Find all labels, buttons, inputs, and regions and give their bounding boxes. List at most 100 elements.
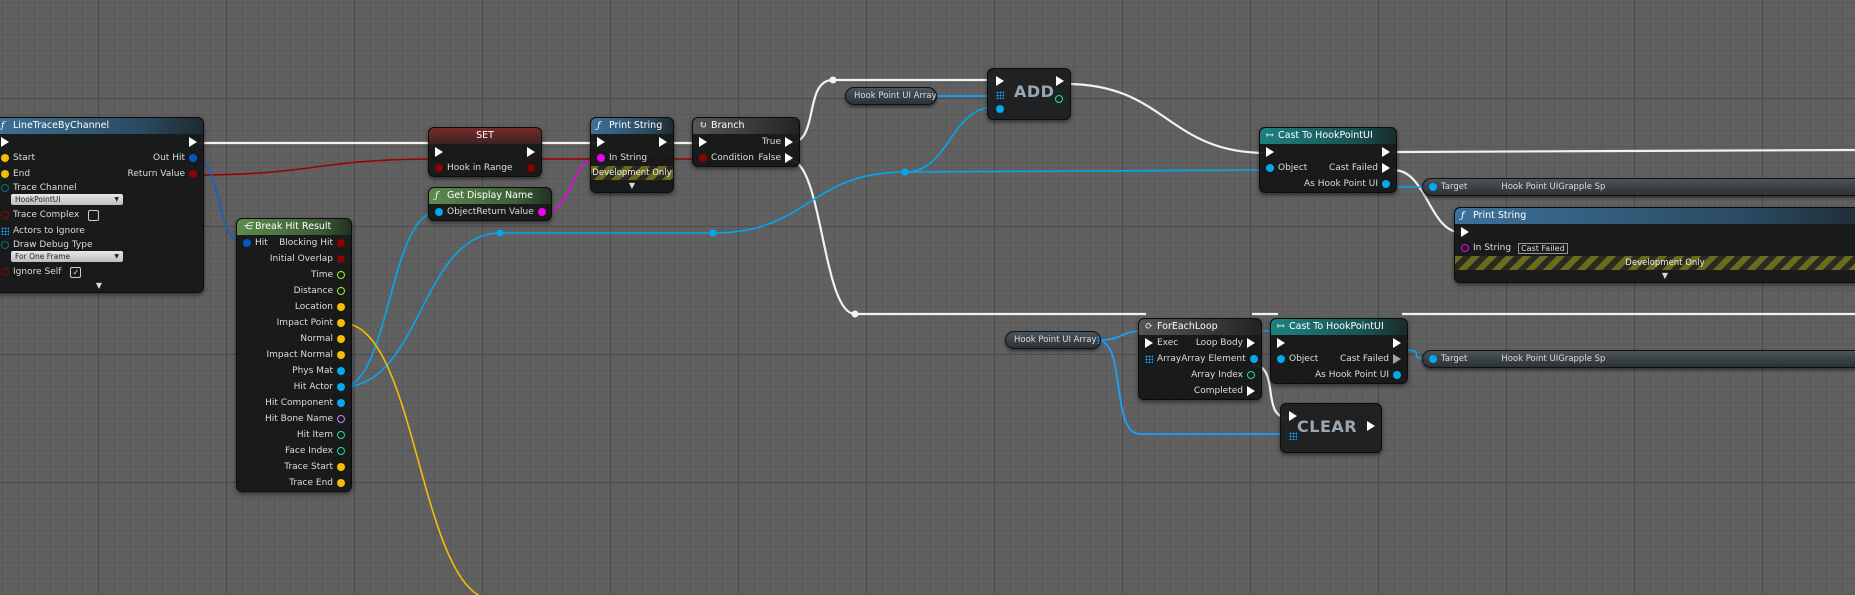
exec-pin[interactable]	[1277, 338, 1285, 348]
object-pin-icon[interactable]	[1277, 355, 1285, 363]
exec-pin-icon[interactable]	[435, 147, 443, 157]
exec-pin-icon[interactable]	[1247, 386, 1255, 396]
hit-item-pin[interactable]: Hit Item	[297, 430, 345, 440]
vector-pin-icon[interactable]	[337, 335, 345, 343]
float-pin-icon[interactable]	[337, 271, 345, 279]
exec-pin-icon[interactable]	[189, 137, 197, 147]
exec-out-pin-icon[interactable]	[1056, 76, 1064, 86]
object-pin-icon[interactable]	[1429, 355, 1437, 363]
line-trace-node[interactable]: ƒ LineTraceByChannel Start Out Hit End Return…	[0, 117, 204, 293]
trace-complex-pin[interactable]: Trace Complex	[1, 209, 100, 221]
reroute-knot[interactable]	[829, 76, 837, 84]
dropdown-select[interactable]: HookPointUI	[11, 194, 123, 205]
exec-pin-icon[interactable]	[597, 137, 605, 147]
struct-pin-icon[interactable]	[189, 154, 197, 162]
object-pin[interactable]: Object	[1277, 354, 1318, 364]
bool-pin-icon[interactable]	[189, 170, 197, 178]
item-pin-icon[interactable]	[996, 105, 1004, 113]
vector-pin-icon[interactable]	[337, 319, 345, 327]
bool-pin-icon[interactable]	[1, 268, 9, 276]
dropdown-select[interactable]: For One Frame	[11, 251, 123, 262]
bool-pin-icon[interactable]	[435, 164, 443, 172]
byte-pin-icon[interactable]	[1, 241, 9, 249]
actors-to-ignore-pin[interactable]: Actors to Ignore	[1, 226, 85, 236]
exec-pin-icon[interactable]	[659, 137, 667, 147]
expand-arrow-button[interactable]: ▼	[591, 180, 673, 192]
hit-component-pin[interactable]: Hit Component	[265, 398, 345, 408]
phys-mat-pin[interactable]: Phys Mat	[292, 366, 345, 376]
int-pin-icon[interactable]	[1247, 371, 1255, 379]
cast-failed-pin[interactable]: Cast Failed	[1329, 163, 1390, 173]
return-value-pin[interactable]: Return Value	[476, 207, 546, 217]
array-pin-icon[interactable]	[1096, 336, 1100, 344]
as-hook-point-ui-pin[interactable]: As Hook Point UI	[1304, 179, 1390, 189]
target-pin[interactable]: Target	[1429, 182, 1467, 192]
exec-in-pin-icon[interactable]	[1289, 411, 1297, 421]
array-element-pin[interactable]: Array Element	[1181, 354, 1258, 364]
node-header[interactable]: ƒ LineTraceByChannel	[0, 118, 203, 134]
get-display-name-node[interactable]: ƒ Get Display Name Object Return Value	[428, 187, 552, 221]
exec-pin[interactable]	[435, 147, 443, 157]
int-pin-icon[interactable]	[337, 431, 345, 439]
exec-pin[interactable]	[597, 137, 605, 147]
object-pin-icon[interactable]	[1266, 164, 1274, 172]
reroute-knot[interactable]	[901, 168, 909, 176]
array-pin-icon[interactable]	[1145, 355, 1153, 363]
hook-in-range-pin[interactable]: Hook in Range	[435, 163, 512, 173]
exec-pin-icon[interactable]	[1382, 147, 1390, 157]
exec-pin[interactable]	[1266, 147, 1274, 157]
object-pin-icon[interactable]	[1249, 355, 1258, 363]
exec-pin[interactable]: Exec	[1145, 338, 1178, 348]
exec-pin-icon[interactable]	[1145, 338, 1153, 348]
object-pin-icon[interactable]	[337, 367, 345, 375]
hit-pin[interactable]: Hit	[243, 238, 268, 248]
hit-bone-name-pin[interactable]: Hit Bone Name	[265, 414, 345, 424]
node-header[interactable]: ⟳ ForEachLoop	[1139, 319, 1261, 335]
reroute-knot[interactable]	[709, 229, 717, 237]
condition-pin[interactable]: Condition	[699, 153, 754, 163]
reroute-knot[interactable]	[496, 229, 504, 237]
exec-pin-icon[interactable]	[1266, 147, 1274, 157]
false-pin[interactable]: False	[758, 153, 793, 163]
reroute-knot[interactable]	[851, 310, 859, 318]
exec-pin-icon[interactable]	[1461, 227, 1469, 237]
print-string-2-node[interactable]: ƒ Print String In String Cast Failed Develop…	[1454, 207, 1855, 283]
end-pin[interactable]: End	[1, 169, 30, 179]
vector-pin-icon[interactable]	[337, 463, 345, 471]
node-header[interactable]: SET	[429, 128, 541, 144]
index-pin-icon[interactable]	[1055, 95, 1063, 103]
checkbox[interactable]: ✓	[70, 266, 82, 278]
node-header[interactable]: ƒ Print String	[1455, 208, 1855, 224]
start-pin[interactable]: Start	[1, 153, 35, 163]
object-pin[interactable]: Object	[1266, 163, 1307, 173]
hit-actor-pin[interactable]: Hit Actor	[294, 382, 345, 392]
node-header[interactable]: ↻ Branch	[693, 118, 799, 134]
return-value-pin[interactable]: Return Value	[128, 169, 197, 179]
object-pin[interactable]: Object	[435, 207, 476, 217]
vector-pin-icon[interactable]	[337, 351, 345, 359]
int-pin-icon[interactable]	[337, 447, 345, 455]
exec-pin[interactable]	[189, 137, 197, 147]
cast-2-node[interactable]: ↦ Cast To HookPointUI Object Cast Failed As …	[1270, 318, 1408, 384]
bool-pin-icon[interactable]	[337, 255, 345, 263]
expand-arrow-button[interactable]: ▼	[1455, 270, 1855, 282]
vector-pin-icon[interactable]	[1, 154, 9, 162]
vector-pin-icon[interactable]	[337, 479, 345, 487]
expand-arrow-button[interactable]: ▼	[0, 280, 203, 292]
object-pin-icon[interactable]	[1382, 180, 1390, 188]
pin-default-value[interactable]: Cast Failed	[1518, 242, 1568, 254]
set-node-node[interactable]: SET Hook in Range	[428, 127, 542, 177]
in-string-pin[interactable]: In String	[597, 153, 647, 163]
exec-pin-icon[interactable]	[1277, 338, 1285, 348]
face-index-pin[interactable]: Face Index	[285, 446, 345, 456]
initial-overlap-pin[interactable]: Initial Overlap	[270, 254, 345, 264]
bool-pin-icon[interactable]	[699, 154, 707, 162]
exec-pin[interactable]	[1382, 147, 1390, 157]
array-pin[interactable]: Array	[1145, 354, 1181, 364]
cast-1-node[interactable]: ↦ Cast To HookPointUI Object Cast Failed As …	[1259, 127, 1397, 193]
impact-normal-pin[interactable]: Impact Normal	[266, 350, 345, 360]
trace-end-pin[interactable]: Trace End	[289, 478, 345, 488]
exec-pin[interactable]	[659, 137, 667, 147]
object-pin-icon[interactable]	[1429, 183, 1437, 191]
ignore-self-pin[interactable]: Ignore Self ✓	[1, 266, 82, 278]
